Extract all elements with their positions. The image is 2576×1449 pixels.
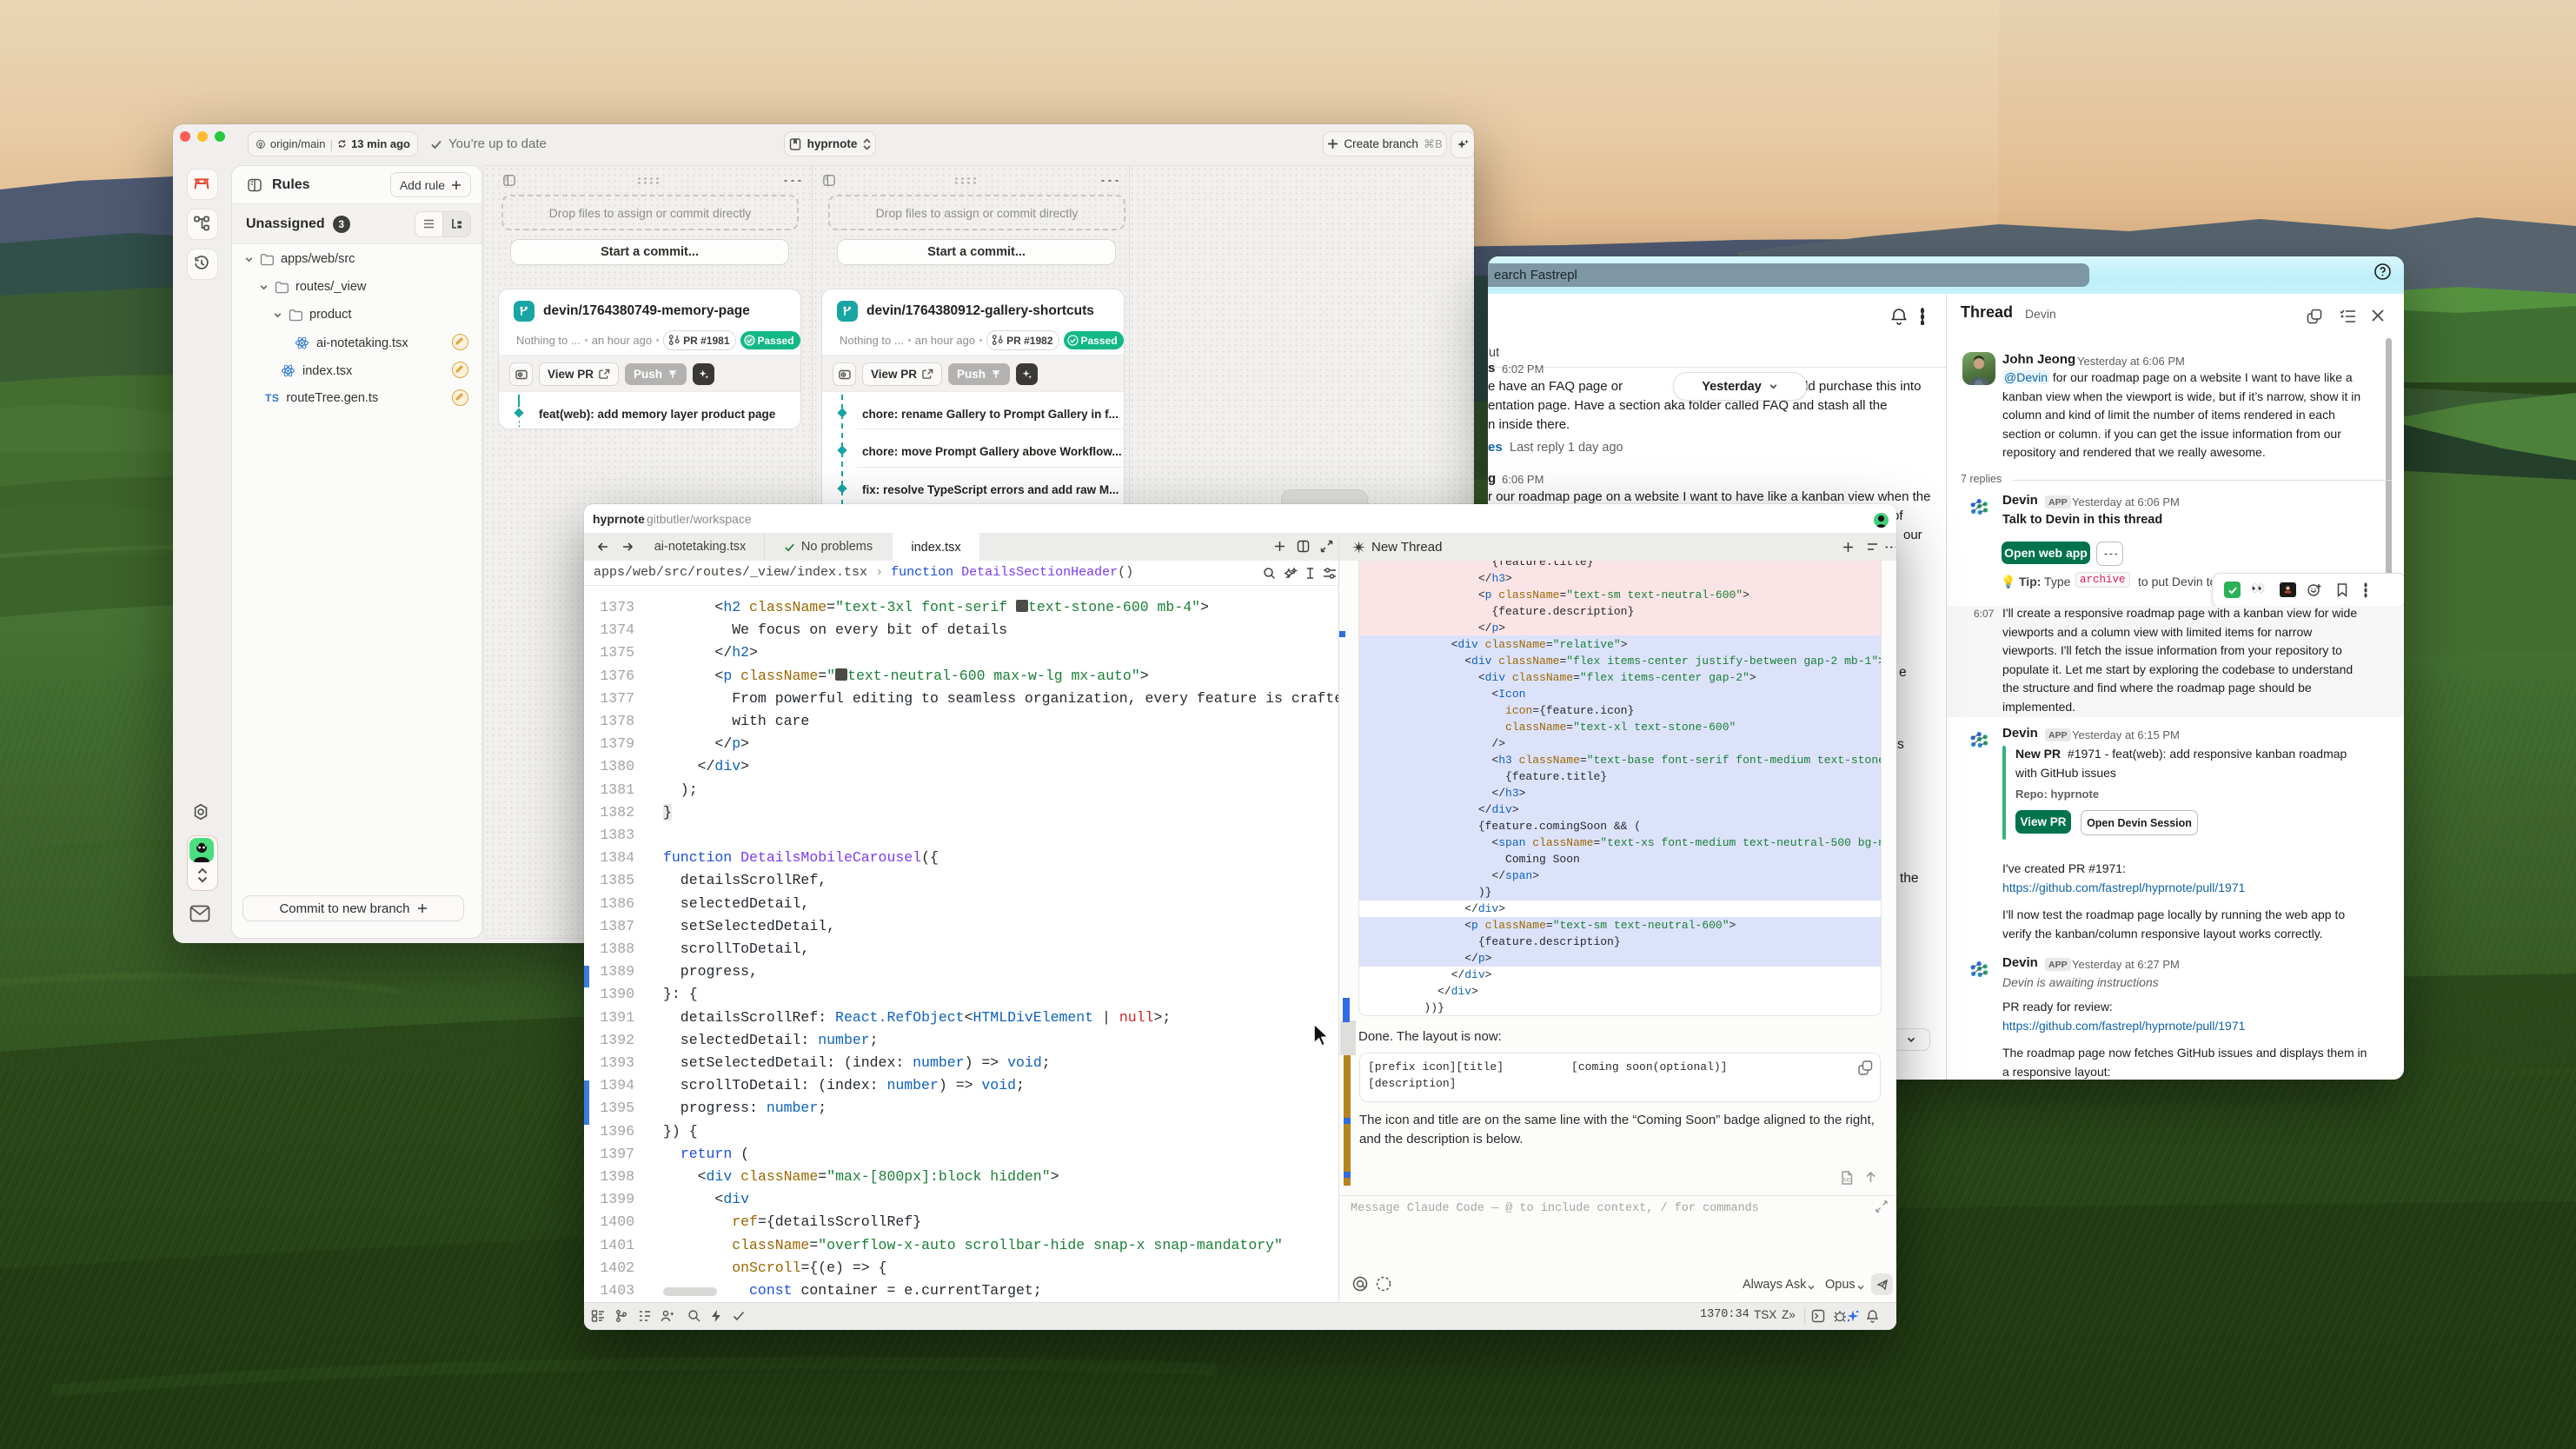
svg-text:MD: MD [1843,1179,1852,1184]
